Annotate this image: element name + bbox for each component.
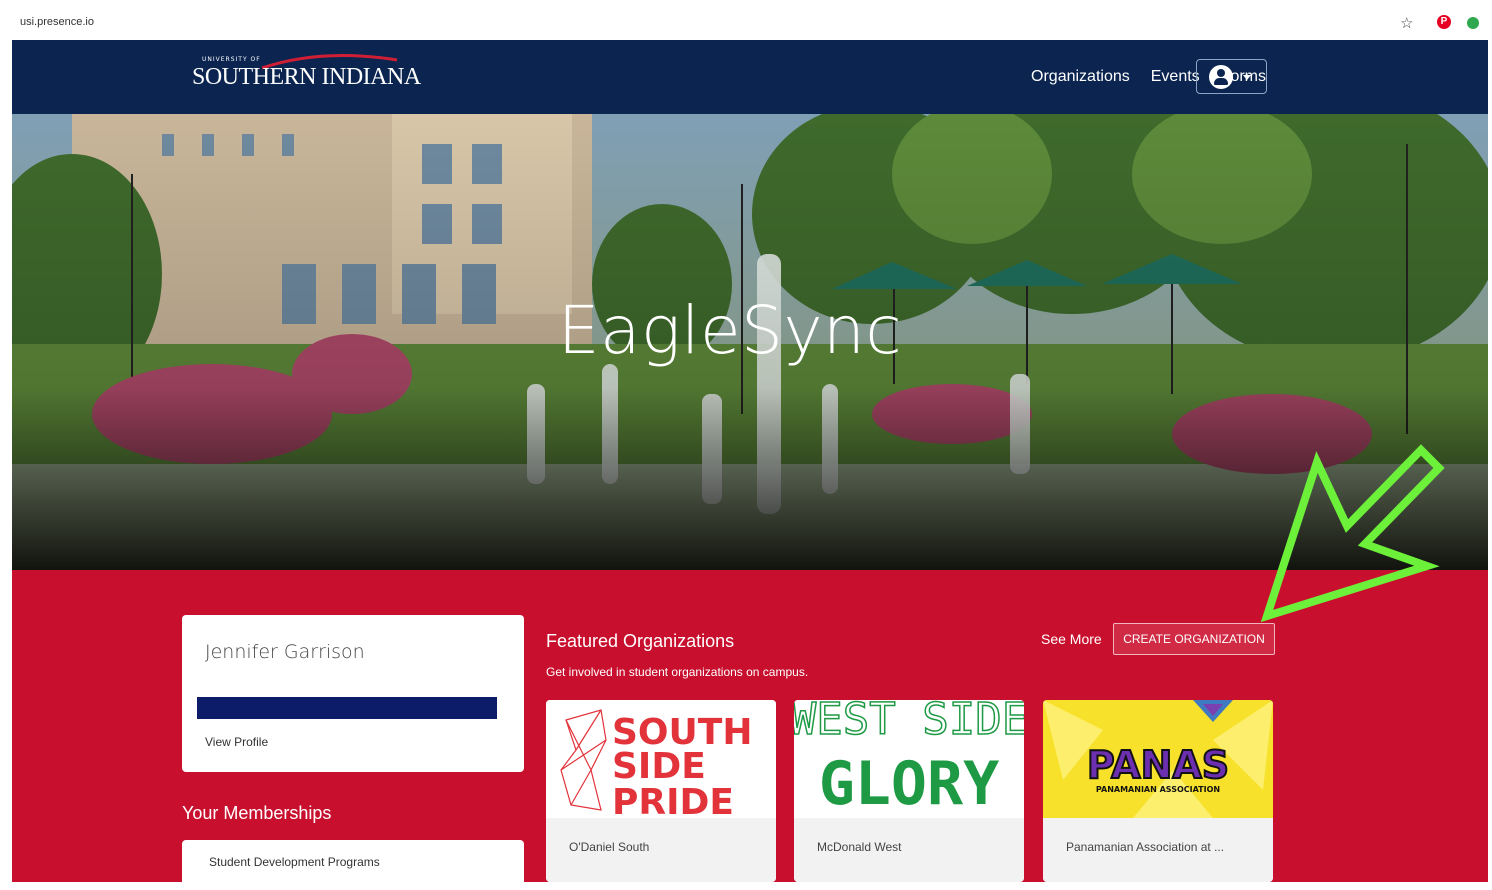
browser-toolbar: usi.presence.io ☆ P [0, 0, 1492, 40]
user-avatar-icon [1209, 65, 1233, 89]
org-card-footer: McDonald West [794, 818, 1024, 882]
profile-card: Jennifer Garrison View Profile [182, 615, 524, 772]
caret-down-icon [1243, 75, 1251, 80]
view-profile-link[interactable]: View Profile [205, 735, 268, 749]
org-logo-text-1: PANAS [1087, 743, 1229, 787]
usi-logo[interactable]: UNIVERSITY OF SOUTHERN INDIANA [192, 54, 432, 100]
membership-item[interactable]: Student Development Programs [182, 840, 524, 890]
membership-label: Student Development Programs [209, 855, 380, 869]
user-menu-button[interactable] [1196, 59, 1267, 94]
org-logo-text-2: SIDE [612, 746, 706, 787]
create-organization-button[interactable]: CREATE ORGANIZATION [1113, 623, 1275, 655]
org-name: Panamanian Association at ... [1066, 840, 1225, 854]
org-name: McDonald West [817, 840, 902, 854]
featured-subtitle: Get involved in student organizations on… [546, 665, 809, 679]
panas-logo: PANAS PANAMANIAN ASSOCIATION [1043, 700, 1273, 818]
logo-small-text: UNIVERSITY OF [202, 56, 261, 63]
nav-organizations-link[interactable]: Organizations [1031, 68, 1130, 86]
org-logo-text-1: WEST SIDE [794, 700, 1024, 745]
org-logo-text-2: PANAMANIAN ASSOCIATION [1096, 785, 1220, 794]
org-logo-text-3: PRIDE [612, 782, 734, 818]
memberships-heading: Your Memberships [182, 803, 332, 823]
org-card-panamanian-association[interactable]: PANAS PANAMANIAN ASSOCIATION Panamanian … [1043, 700, 1273, 882]
hero-title: EagleSync [557, 292, 903, 369]
pinterest-extension-icon[interactable]: P [1437, 15, 1451, 29]
bookmark-star-icon[interactable]: ☆ [1400, 14, 1413, 32]
org-logo-text-2: GLORY [819, 749, 1000, 818]
org-card-odaniel-south[interactable]: SOUTH SIDE PRIDE O'Daniel South [546, 700, 776, 882]
annotation-arrow-icon [1260, 444, 1445, 623]
extension-icon[interactable] [1467, 17, 1479, 29]
south-side-pride-logo: SOUTH SIDE PRIDE [546, 700, 776, 818]
org-card-mcdonald-west[interactable]: WEST SIDE GLORY McDonald West [794, 700, 1024, 882]
org-card-footer: O'Daniel South [546, 818, 776, 882]
profile-name: Jennifer Garrison [205, 641, 365, 663]
logo-main-text: SOUTHERN INDIANA [192, 64, 421, 90]
org-card-footer: Panamanian Association at ... [1043, 818, 1273, 882]
featured-heading: Featured Organizations [546, 631, 735, 651]
profile-redaction-bar [197, 697, 497, 719]
west-side-glory-logo: WEST SIDE GLORY [794, 700, 1024, 818]
org-name: O'Daniel South [569, 840, 650, 854]
see-more-link[interactable]: See More [1041, 631, 1102, 647]
site-header: UNIVERSITY OF SOUTHERN INDIANA Organizat… [12, 40, 1488, 114]
url-text[interactable]: usi.presence.io [20, 16, 94, 28]
nav-events-link[interactable]: Events [1151, 68, 1200, 86]
